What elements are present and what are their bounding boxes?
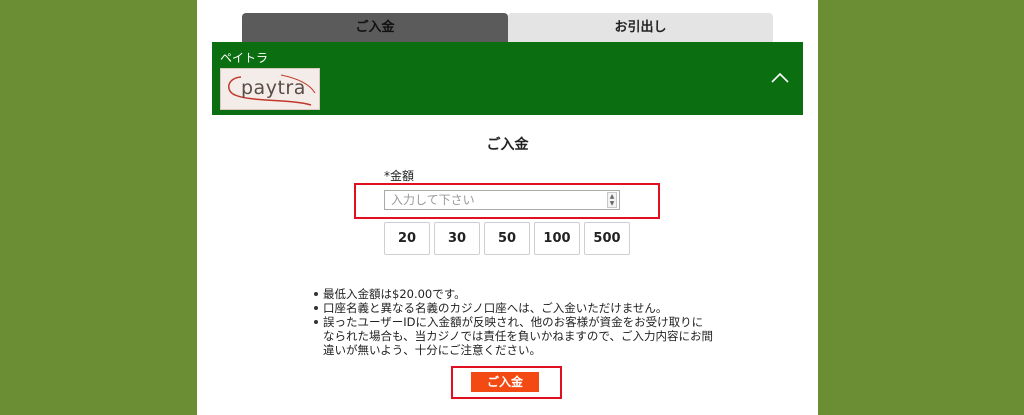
payment-provider-header[interactable]: ペイトラ paytra [212,42,803,115]
tab-deposit[interactable]: ご入金 [242,13,508,42]
quick-amount-button[interactable]: 100 [534,222,580,255]
provider-name: ペイトラ [220,51,269,65]
tab-withdraw[interactable]: お引出し [508,13,773,42]
deposit-panel: ご入金 お引出し ペイトラ paytra ご入金 *金額 ▲▼ 20 30 50… [197,0,818,415]
deposit-notes: 最低入金額は$20.00です。 口座名義と異なる名義のカジノ口座へは、ご入金いた… [313,287,713,357]
amount-label: *金額 [384,169,415,183]
note-item: 誤ったユーザーIDに入金額が反映され、他のお客様が資金をお受け取りになられた場合… [313,315,713,357]
chevron-up-icon[interactable] [769,67,791,89]
note-item: 口座名義と異なる名義のカジノ口座へは、ご入金いただけません。 [313,301,713,315]
note-item: 最低入金額は$20.00です。 [313,287,713,301]
deposit-title: ご入金 [486,137,529,153]
quick-amount-button[interactable]: 30 [434,222,480,255]
amount-input[interactable] [384,190,620,210]
quick-amount-button[interactable]: 50 [484,222,530,255]
tab-bar: ご入金 お引出し [242,13,773,42]
quick-amount-button[interactable]: 500 [584,222,630,255]
amount-spinner-icon[interactable]: ▲ ▼ [607,192,617,208]
logo-text: paytra [241,77,306,99]
paytra-logo: paytra [220,68,320,110]
quick-amount-button[interactable]: 20 [384,222,430,255]
deposit-submit-button[interactable]: ご入金 [471,372,539,392]
